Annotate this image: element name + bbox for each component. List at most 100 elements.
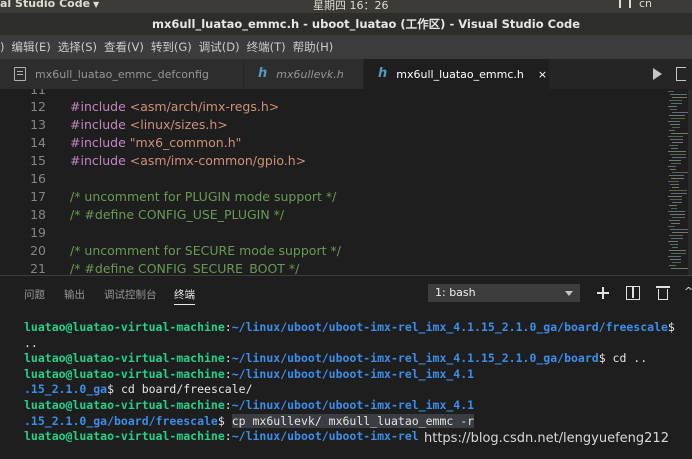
code-line[interactable]: 18 /* #define CONFIG_USE_PLUGIN */ xyxy=(0,206,660,224)
terminal-line: luatao@luatao-virtual-machine:~/linux/ub… xyxy=(24,367,688,383)
minimap-line xyxy=(669,115,685,116)
prompt-separator: : xyxy=(224,366,232,381)
terminal-select[interactable]: 1: bash xyxy=(428,284,580,302)
minimap-line xyxy=(668,151,686,152)
tab-defconfig[interactable]: mx6ull_luatao_emmc_defconfig xyxy=(0,59,244,89)
minimap-line xyxy=(671,223,680,224)
terminal-text: $ cd board/freescale/ xyxy=(107,382,253,397)
code-line[interactable]: 20 /* uncomment for SECURE mode support *… xyxy=(0,242,660,260)
minimap-line xyxy=(669,250,686,251)
code-line[interactable]: 16 xyxy=(0,170,660,188)
editor-tab-bar: mx6ull_luatao_emmc_defconfig h mx6ullevk… xyxy=(0,59,692,89)
minimap-line xyxy=(671,103,682,104)
line-number: 16 xyxy=(30,171,46,186)
menu-item-terminal[interactable]: 终端(T) xyxy=(247,39,286,55)
tab-problems[interactable]: 问题 xyxy=(24,287,45,302)
minimap-line xyxy=(669,160,681,161)
minimap-line xyxy=(668,136,683,137)
minimap-line xyxy=(669,190,687,191)
split-editor-icon[interactable] xyxy=(676,67,686,81)
code-line[interactable]: 19 xyxy=(0,224,660,242)
minimap-line xyxy=(668,256,681,257)
line-number: 14 xyxy=(30,135,46,150)
menu-item-selection[interactable]: 选择(S) xyxy=(58,39,97,55)
terminal-text: $ xyxy=(667,320,675,334)
minimap-line xyxy=(672,202,682,203)
code-line[interactable]: 12 #include <asm/arch/imx-regs.h> xyxy=(0,98,660,116)
tab-label: mx6ull_luatao_emmc.h xyxy=(396,67,524,81)
menu-item-go[interactable]: 转到(G) xyxy=(151,39,192,55)
prompt-separator: : xyxy=(224,351,232,366)
line-number: 12 xyxy=(30,99,46,114)
app-menu[interactable]: al Studio Code ▼ xyxy=(0,0,99,10)
tab-mx6ullevk[interactable]: h mx6ullevk.h xyxy=(244,59,364,89)
minimap-line xyxy=(672,127,680,128)
code-line[interactable]: 15 #include <asm/imx-common/gpio.h> xyxy=(0,152,660,170)
close-icon[interactable]: × xyxy=(538,68,547,81)
editor-scrollbar[interactable] xyxy=(688,89,692,275)
prompt-path: ~/linux/uboot/uboot-imx-rel_imx_4.1.15_2… xyxy=(231,320,668,334)
code-line[interactable]: 14 #include "mx6_common.h" xyxy=(0,134,660,152)
menu-item-file-partial[interactable]: ) xyxy=(0,40,5,54)
include-path: <asm/arch/imx-regs.h> xyxy=(129,99,280,114)
prompt-path: ~/linux/uboot/uboot-imx-rel_imx_4.1.15_2… xyxy=(231,351,599,366)
menu-item-help[interactable]: 帮助(H) xyxy=(293,39,334,55)
minimap-line xyxy=(671,208,677,209)
chevron-up-icon[interactable]: ^ xyxy=(684,285,692,299)
line-number: 19 xyxy=(30,225,46,240)
prompt-user: luatao@luatao-virtual-machine xyxy=(24,366,225,381)
minimap-line xyxy=(670,184,679,185)
include-path: "mx6_common.h" xyxy=(129,135,242,150)
menu-item-view[interactable]: 查看(V) xyxy=(104,39,144,55)
minimap-line xyxy=(672,247,678,248)
terminal-text: $ cd .. xyxy=(598,351,648,366)
minimap-line xyxy=(671,118,685,119)
editor-actions xyxy=(550,59,692,89)
trash-icon[interactable] xyxy=(656,286,670,300)
terminal-line: .15_2.1.0_ga/board/freescale$ cp mx6ulle… xyxy=(24,413,688,430)
minimap-line xyxy=(671,268,689,269)
menu-item-debug[interactable]: 调试(D) xyxy=(199,39,240,55)
minimap[interactable] xyxy=(668,91,690,271)
tab-debug-console[interactable]: 调试控制台 xyxy=(104,287,157,302)
tab-terminal[interactable]: 终端 xyxy=(174,287,195,305)
clock[interactable]: 星期四 16：26 xyxy=(313,0,389,13)
minimap-line xyxy=(672,262,681,263)
minimap-line xyxy=(670,154,686,155)
include-path: <asm/imx-common/gpio.h> xyxy=(129,153,307,168)
code-comment: /* uncomment for SECURE mode support */ xyxy=(70,243,341,258)
split-terminal-icon[interactable] xyxy=(626,286,640,300)
run-icon[interactable] xyxy=(653,68,662,80)
code-line[interactable]: 17 /* uncomment for PLUGIN mode support *… xyxy=(0,188,660,206)
include-path: <linux/sizes.h> xyxy=(129,117,228,132)
terminal-text: .. xyxy=(24,335,38,350)
line-number: 20 xyxy=(30,243,46,258)
minimap-line xyxy=(669,145,678,146)
minimap-line xyxy=(670,94,687,95)
system-tray[interactable]: cn xyxy=(618,0,652,10)
add-terminal-icon[interactable] xyxy=(596,286,610,300)
h-file-icon: h xyxy=(258,66,268,81)
include-directive: #include xyxy=(70,153,130,168)
prompt-separator: : xyxy=(224,429,232,444)
minimap-line xyxy=(672,157,686,158)
menu-item-edit[interactable]: 编辑(E) xyxy=(12,39,51,55)
terminal-line: luatao@luatao-virtual-machine:~/linux/ub… xyxy=(24,398,688,414)
minimap-line xyxy=(668,196,682,197)
minimap-line xyxy=(672,187,679,188)
tab-mx6ull-luatao-emmc[interactable]: h mx6ull_luatao_emmc.h × xyxy=(364,59,550,89)
minimap-line xyxy=(668,166,676,167)
code-editor[interactable]: 11 12 #include <asm/arch/imx-regs.h> 13 #inc… xyxy=(0,89,692,275)
caret-down-icon: ▼ xyxy=(93,0,100,9)
code-line[interactable]: 21 /* #define CONFIG_SECURE_BOOT */ xyxy=(0,260,660,275)
minimap-line xyxy=(670,259,681,260)
minimap-line xyxy=(670,229,688,230)
line-number: 15 xyxy=(30,153,46,168)
window-title: mx6ull_luatao_emmc.h - uboot_luatao (工作区… xyxy=(0,13,692,35)
code-line[interactable]: 13 #include <linux/sizes.h> xyxy=(0,116,660,134)
minimap-line xyxy=(671,178,684,179)
chevron-down-icon xyxy=(565,291,573,296)
selected-command: cp mx6ullevk/ mx6ull_luatao_emmc -r xyxy=(231,413,475,428)
tab-output[interactable]: 输出 xyxy=(64,287,85,302)
code-comment: /* #define CONFIG_USE_PLUGIN */ xyxy=(70,207,285,222)
